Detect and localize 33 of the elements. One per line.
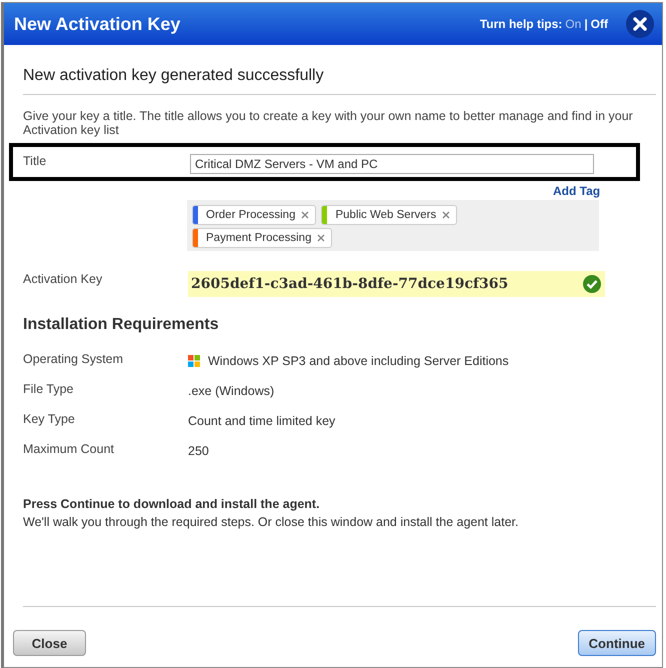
separator: | xyxy=(584,17,588,31)
requirement-value: .exe (Windows) xyxy=(188,384,274,398)
remove-icon[interactable] xyxy=(317,234,326,242)
requirement-label: Operating System xyxy=(23,352,124,366)
tag[interactable]: Public Web Servers xyxy=(321,205,458,225)
windows-logo-icon xyxy=(188,355,200,367)
close-button[interactable]: Close xyxy=(13,630,86,656)
requirement-value: Windows XP SP3 and above including Server Editions xyxy=(208,354,509,368)
requirement-value: Count and time limited key xyxy=(188,414,336,428)
window-title: New Activation Key xyxy=(14,14,182,34)
tag[interactable]: Payment Processing xyxy=(192,228,332,248)
requirement-label: File Type xyxy=(23,382,74,396)
requirement-label: Maximum Count xyxy=(23,442,115,456)
add-tag-link[interactable]: Add Tag xyxy=(553,184,600,198)
activation-key-value: 2605def1-c3ad-461b-8dfe-77dce19cf365 xyxy=(191,276,508,292)
requirement-value: 250 xyxy=(188,444,209,458)
notice-text: We'll walk you through the required steps. Or close this window and install the agent later. xyxy=(23,514,520,531)
title-input[interactable]: Critical DMZ Servers - VM and PC xyxy=(190,154,594,174)
help-tips-option[interactable]: On xyxy=(565,17,582,31)
success-heading: New activation key generated successfully xyxy=(23,67,325,85)
tag[interactable]: Order Processing xyxy=(192,205,316,225)
continue-button[interactable]: Continue xyxy=(578,630,656,656)
help-tips-option[interactable]: Off xyxy=(590,17,608,31)
section-heading: Installation Requirements xyxy=(23,316,220,334)
help-tips-label: Turn help tips: xyxy=(480,17,562,31)
requirement-label: Key Type xyxy=(23,412,76,426)
remove-icon[interactable] xyxy=(301,211,310,219)
remove-icon[interactable] xyxy=(442,211,450,219)
description-text: Give your key a title. The title allows you to create a key with your own name to better manage and find in your Activation key list xyxy=(23,109,634,137)
close-icon[interactable] xyxy=(626,10,654,38)
activation-key-label: Activation Key xyxy=(23,271,104,286)
title-label: Title xyxy=(23,154,48,168)
notice-headline: Press Continue to download and install the agent. xyxy=(23,496,321,513)
